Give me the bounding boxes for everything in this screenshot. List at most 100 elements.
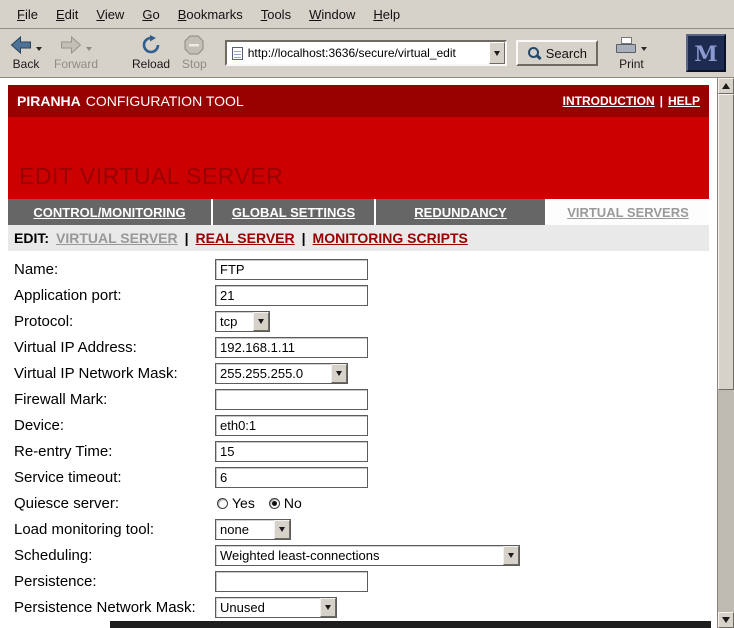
form-row-service-timeout: Service timeout:6 (14, 464, 717, 490)
tab-control-monitoring[interactable]: CONTROL/MONITORING (8, 199, 211, 225)
print-icon (616, 37, 637, 54)
reload-label: Reload (132, 57, 170, 71)
form-row-protocol: Protocol:tcp (14, 308, 717, 334)
radio-quiesce-server-yes[interactable]: Yes (217, 495, 255, 511)
menu-window[interactable]: Window (300, 2, 364, 27)
input-firewall-mark[interactable] (215, 389, 368, 410)
help-link[interactable]: HELP (668, 94, 700, 108)
label-persistence: Persistence: (14, 573, 215, 590)
dropdown-button-protocol[interactable] (253, 312, 269, 331)
menu-bar: FileEditViewGoBookmarksToolsWindowHelp (0, 0, 734, 29)
arrow-down-icon (722, 617, 730, 623)
menu-bookmarks[interactable]: Bookmarks (169, 2, 252, 27)
forward-button: Forward (50, 33, 102, 73)
subnav-bar: EDIT: VIRTUAL SERVER|REAL SERVER|MONITOR… (8, 225, 709, 251)
introduction-link[interactable]: INTRODUCTION (563, 94, 655, 108)
radio-label: Yes (232, 495, 255, 511)
select-virtual-ip-network-mask[interactable]: 255.255.255.0 (215, 363, 348, 384)
form-row-persistence: Persistence: (14, 568, 717, 594)
url-input[interactable]: http://localhost:3636/secure/virtual_edi… (248, 46, 489, 60)
chevron-down-icon (494, 51, 500, 56)
tab-redundancy[interactable]: REDUNDANCY (376, 199, 545, 225)
search-button[interactable]: Search (516, 40, 598, 66)
label-virtual-ip-address: Virtual IP Address: (14, 339, 215, 356)
input-re-entry-time[interactable]: 15 (215, 441, 368, 462)
app-title: PIRANHACONFIGURATION TOOL (17, 93, 244, 109)
menu-help[interactable]: Help (364, 2, 409, 27)
subnav-monitoring-scripts[interactable]: MONITORING SCRIPTS (313, 230, 468, 246)
label-virtual-ip-network-mask: Virtual IP Network Mask: (14, 365, 215, 382)
menu-file[interactable]: File (8, 2, 47, 27)
url-bar[interactable]: http://localhost:3636/secure/virtual_edi… (225, 40, 507, 66)
select-load-monitoring-tool[interactable]: none (215, 519, 291, 540)
subnav-virtual-server[interactable]: VIRTUAL SERVER (56, 230, 178, 246)
form-row-virtual-ip-network-mask: Virtual IP Network Mask:255.255.255.0 (14, 360, 717, 386)
print-button[interactable]: Print (612, 33, 651, 73)
select-scheduling[interactable]: Weighted least-connections (215, 545, 520, 566)
stop-button: Stop (178, 33, 211, 73)
stop-label: Stop (182, 57, 207, 71)
form-row-scheduling: Scheduling:Weighted least-connections (14, 542, 717, 568)
input-device[interactable]: eth0:1 (215, 415, 368, 436)
form-row-persistence-network-mask: Persistence Network Mask:Unused (14, 594, 717, 620)
forward-dropdown-icon (86, 47, 92, 51)
select-value-scheduling: Weighted least-connections (216, 548, 503, 563)
scroll-up-button[interactable] (718, 78, 734, 94)
tab-bar: CONTROL/MONITORINGGLOBAL SETTINGSREDUNDA… (8, 199, 709, 225)
select-value-persistence-network-mask: Unused (216, 600, 320, 615)
input-service-timeout[interactable]: 6 (215, 467, 368, 488)
stop-icon (184, 35, 204, 55)
back-label: Back (13, 57, 40, 71)
label-application-port: Application port: (14, 287, 215, 304)
print-dropdown-icon[interactable] (641, 47, 647, 51)
chevron-down-icon (336, 371, 342, 376)
dropdown-button-scheduling[interactable] (503, 546, 519, 565)
header-link-separator: | (660, 94, 663, 108)
input-name[interactable]: FTP (215, 259, 368, 280)
back-dropdown-icon[interactable] (36, 47, 42, 51)
label-protocol: Protocol: (14, 313, 215, 330)
select-value-protocol: tcp (216, 314, 253, 329)
label-load-monitoring-tool: Load monitoring tool: (14, 521, 215, 538)
select-protocol[interactable]: tcp (215, 311, 270, 332)
menu-accel: W (309, 7, 321, 22)
back-button[interactable]: Back (6, 33, 46, 73)
menu-accel: V (96, 7, 104, 22)
url-history-dropdown[interactable] (489, 42, 505, 64)
page-viewport: PIRANHACONFIGURATION TOOL INTRODUCTION |… (0, 78, 717, 628)
menu-tools[interactable]: Tools (252, 2, 300, 27)
tab-virtual-servers[interactable]: VIRTUAL SERVERS (547, 199, 709, 225)
dropdown-button-load-monitoring-tool[interactable] (274, 520, 290, 539)
scroll-down-button[interactable] (718, 612, 734, 628)
scrollbar-thumb[interactable] (718, 94, 734, 390)
input-persistence[interactable] (215, 571, 368, 592)
subnav-separator: | (185, 230, 189, 246)
header-links: INTRODUCTION | HELP (563, 94, 700, 108)
form-row-device: Device:eth0:1 (14, 412, 717, 438)
label-service-timeout: Service timeout: (14, 469, 215, 486)
radio-icon (217, 498, 228, 509)
menu-view[interactable]: View (87, 2, 133, 27)
menu-edit[interactable]: Edit (47, 2, 87, 27)
label-name: Name: (14, 261, 215, 278)
input-virtual-ip-address[interactable]: 192.168.1.11 (215, 337, 368, 358)
forward-label: Forward (54, 57, 98, 71)
dropdown-button-virtual-ip-network-mask[interactable] (331, 364, 347, 383)
form-row-quiesce-server: Quiesce server:YesNo (14, 490, 717, 516)
menu-accel: B (178, 7, 187, 22)
vertical-scrollbar[interactable] (717, 78, 734, 628)
input-application-port[interactable]: 21 (215, 285, 368, 306)
menu-go[interactable]: Go (133, 2, 168, 27)
page-icon (232, 47, 243, 60)
form-row-re-entry-time: Re-entry Time:15 (14, 438, 717, 464)
page-title: EDIT VIRTUAL SERVER (19, 163, 283, 190)
mozilla-logo[interactable]: M (686, 34, 726, 72)
dropdown-button-persistence-network-mask[interactable] (320, 598, 336, 617)
reload-button[interactable]: Reload (128, 33, 174, 73)
radio-quiesce-server-no[interactable]: No (269, 495, 302, 511)
tab-global-settings[interactable]: GLOBAL SETTINGS (213, 199, 374, 225)
form-row-name: Name:FTP (14, 256, 717, 282)
browser-window: FileEditViewGoBookmarksToolsWindowHelp B… (0, 0, 734, 628)
subnav-real-server[interactable]: REAL SERVER (196, 230, 295, 246)
select-persistence-network-mask[interactable]: Unused (215, 597, 337, 618)
